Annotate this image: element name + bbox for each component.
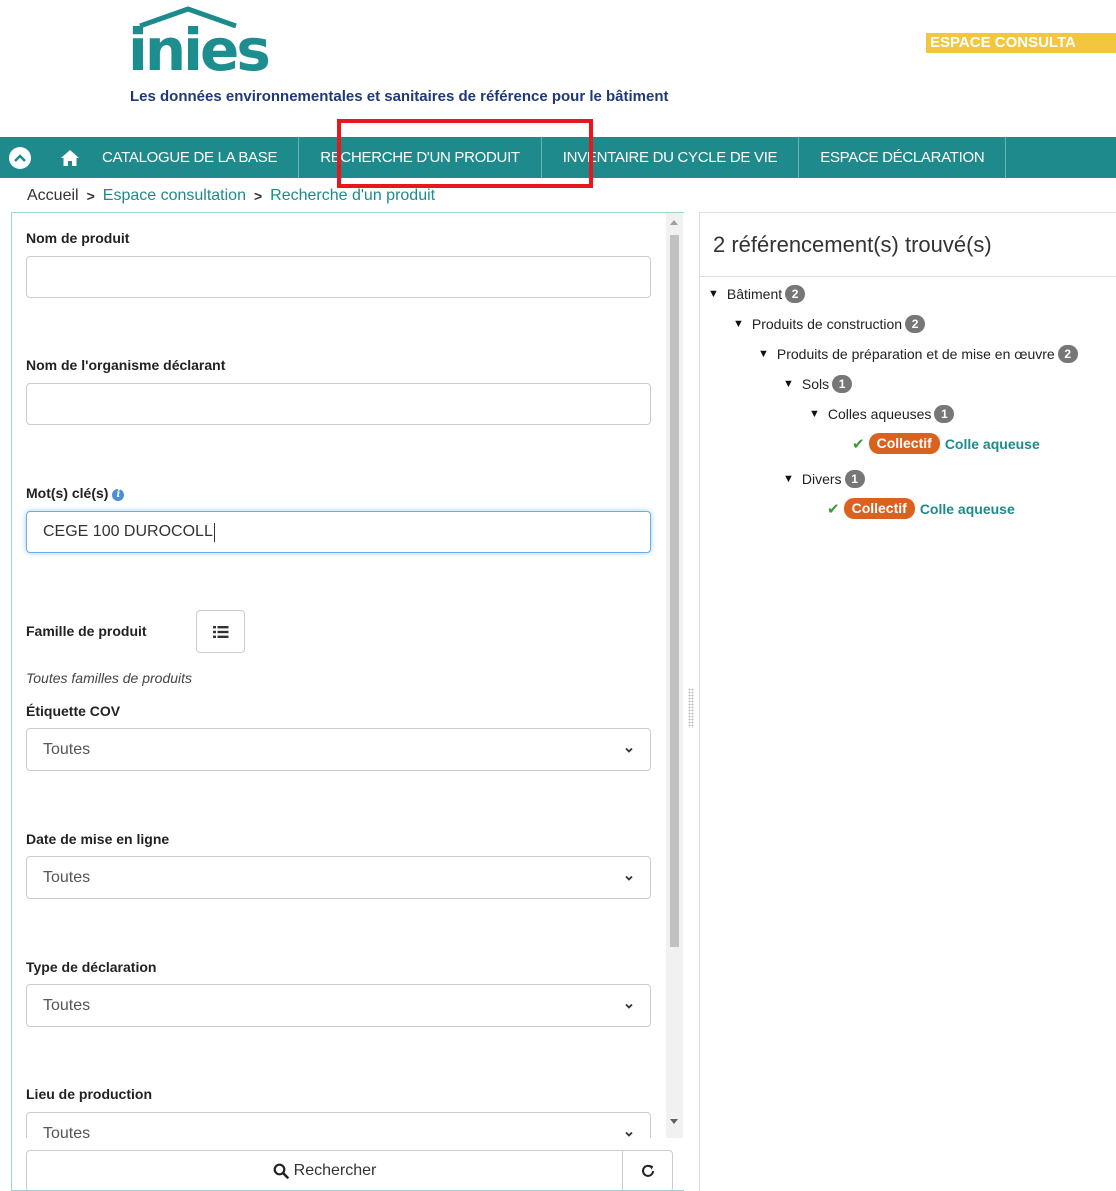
family-list-button[interactable]	[196, 610, 245, 653]
logo-text: inies	[128, 16, 271, 84]
nav-espace-declaration[interactable]: ESPACE DÉCLARATION	[799, 137, 1007, 178]
tree-node-colles-aqueuses[interactable]: ▼ Colles aqueuses 1	[809, 405, 955, 423]
chevron-down-icon	[625, 1003, 633, 1009]
tree-node-label: Sols	[801, 376, 830, 392]
result-leaf[interactable]: ✔ Collectif Colle aqueuse	[852, 433, 1040, 454]
tree-node-sols[interactable]: ▼ Sols 1	[783, 375, 853, 393]
breadcrumb: Accueil > Espace consultation > Recherch…	[27, 187, 435, 205]
online-date-select[interactable]: Toutes	[26, 856, 651, 899]
count-badge: 2	[905, 315, 926, 333]
production-place-value: Toutes	[43, 1124, 91, 1139]
count-badge: 2	[1057, 345, 1078, 363]
tree-node-label: Produits de construction	[751, 316, 903, 332]
decl-type-select[interactable]: Toutes	[26, 984, 651, 1027]
decl-type-value: Toutes	[43, 996, 91, 1014]
result-link[interactable]: Colle aqueuse	[945, 436, 1040, 452]
chevron-down-icon	[625, 1131, 633, 1137]
online-date-label: Date de mise en ligne	[26, 831, 170, 847]
keywords-label: Mot(s) clé(s)	[26, 485, 109, 501]
cov-label: Étiquette COV	[26, 703, 121, 719]
form-scroll-area: Nom de produit Nom de l'organisme déclar…	[12, 213, 663, 1138]
tree-node-batiment[interactable]: ▼ Bâtiment 2	[708, 285, 806, 303]
caret-down-icon: ▼	[809, 408, 820, 420]
family-hint: Toutes familles de produits	[26, 670, 193, 686]
caret-down-icon: ▼	[783, 378, 794, 390]
keywords-value: CEGE 100 DUROCOLL	[43, 523, 213, 540]
info-icon[interactable]: i	[112, 489, 125, 501]
nav-inventaire-cycle-vie[interactable]: INVENTAIRE DU CYCLE DE VIE	[542, 137, 800, 178]
breadcrumb-separator: >	[253, 188, 263, 204]
caret-down-icon: ▼	[733, 318, 744, 330]
main-navbar: CATALOGUE DE LA BASE RECHERCHE D'UN PROD…	[0, 137, 1116, 178]
breadcrumb-espace-consultation[interactable]: Espace consultation	[103, 187, 246, 205]
count-badge: 1	[832, 375, 853, 393]
caret-down-icon: ▼	[708, 288, 719, 300]
reset-button[interactable]	[623, 1150, 673, 1190]
search-icon	[273, 1163, 289, 1179]
count-badge: 1	[844, 470, 865, 488]
check-icon: ✔	[827, 500, 840, 518]
espace-consultation-badge[interactable]: ESPACE CONSULTA	[926, 33, 1116, 53]
search-button[interactable]: Rechercher	[26, 1150, 623, 1190]
production-place-select[interactable]: Toutes	[26, 1112, 651, 1138]
count-badge: 2	[785, 285, 806, 303]
check-icon: ✔	[852, 435, 865, 453]
tree-node-label: Divers	[801, 471, 842, 487]
refresh-icon	[641, 1164, 654, 1177]
tree-node-divers[interactable]: ▼ Divers 1	[783, 470, 865, 488]
collectif-badge: Collectif	[868, 433, 940, 454]
inies-logo[interactable]: inies	[128, 6, 271, 84]
form-scrollbar[interactable]	[666, 213, 683, 1138]
decl-type-label: Type de déclaration	[26, 959, 157, 975]
caret-down-icon: ▼	[758, 348, 769, 360]
organism-input[interactable]	[26, 383, 651, 425]
tree-node-label: Produits de préparation et de mise en œu…	[776, 346, 1055, 362]
family-label: Famille de produit	[26, 623, 147, 639]
keywords-input[interactable]: CEGE 100 DUROCOLL	[26, 511, 651, 553]
product-name-label: Nom de produit	[26, 230, 130, 246]
results-title: 2 référencement(s) trouvé(s)	[713, 232, 992, 257]
panel-splitter[interactable]	[688, 688, 694, 728]
breadcrumb-home[interactable]: Accueil	[27, 187, 79, 205]
count-badge: 1	[934, 405, 955, 423]
chevron-up-icon	[9, 146, 31, 169]
caret-down-icon: ▼	[783, 473, 794, 485]
nav-recherche-produit[interactable]: RECHERCHE D'UN PRODUIT	[299, 137, 542, 178]
scroll-up-arrow[interactable]	[670, 220, 678, 225]
organism-label: Nom de l'organisme déclarant	[26, 357, 226, 373]
tree-node-label: Bâtiment	[726, 286, 783, 302]
nav-catalogue[interactable]: CATALOGUE DE LA BASE	[90, 137, 300, 178]
tree-node-label: Colles aqueuses	[827, 406, 932, 422]
result-link[interactable]: Colle aqueuse	[920, 501, 1015, 517]
collectif-badge: Collectif	[843, 498, 915, 519]
site-tagline: Les données environnementales et sanitai…	[130, 88, 669, 105]
search-button-label: Rechercher	[293, 1162, 377, 1179]
search-actions: Rechercher	[26, 1150, 673, 1190]
result-leaf[interactable]: ✔ Collectif Colle aqueuse	[827, 498, 1015, 519]
product-name-input[interactable]	[26, 256, 651, 298]
cov-select[interactable]: Toutes	[26, 728, 651, 771]
scroll-down-arrow[interactable]	[670, 1119, 678, 1124]
production-place-label: Lieu de production	[26, 1086, 152, 1102]
chevron-down-icon	[625, 875, 633, 881]
results-header: 2 référencement(s) trouvé(s)	[700, 213, 1116, 277]
home-icon	[61, 149, 79, 166]
home-button[interactable]	[50, 137, 90, 178]
breadcrumb-recherche-produit[interactable]: Recherche d'un produit	[270, 187, 435, 205]
keywords-label-wrap: Mot(s) clé(s) i	[26, 485, 125, 501]
chevron-down-icon	[625, 747, 633, 753]
results-panel: 2 référencement(s) trouvé(s) ▼ Bâtiment …	[699, 212, 1116, 1191]
tree-node-produits-construction[interactable]: ▼ Produits de construction 2	[733, 315, 926, 333]
online-date-value: Toutes	[43, 868, 91, 886]
collapse-toggle[interactable]	[0, 137, 40, 178]
search-form-panel: Nom de produit Nom de l'organisme déclar…	[11, 212, 684, 1191]
text-cursor	[213, 522, 215, 542]
scroll-thumb[interactable]	[670, 235, 679, 947]
tree-node-produits-preparation[interactable]: ▼ Produits de préparation et de mise en …	[758, 345, 1078, 363]
breadcrumb-separator: >	[86, 188, 95, 204]
list-icon	[212, 625, 228, 638]
cov-select-value: Toutes	[43, 740, 91, 758]
